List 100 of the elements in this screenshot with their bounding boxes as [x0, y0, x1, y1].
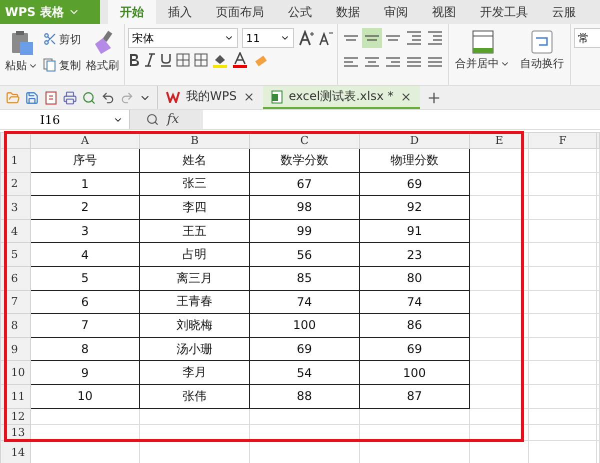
print-icon[interactable] [63, 90, 77, 104]
table-cell: 姓名 [140, 148, 250, 172]
clipboard-icon [10, 30, 34, 56]
table-cell: 88 [250, 384, 360, 408]
font-select[interactable]: 宋体 [128, 28, 238, 48]
table-cell: 23 [359, 242, 470, 266]
table-cell: 10 [30, 384, 140, 408]
table-cell: 1 [30, 172, 140, 196]
table-cell: 99 [250, 219, 360, 243]
menu-tab[interactable]: 页面布局 [204, 0, 276, 24]
column-header[interactable]: F [528, 132, 596, 148]
table-cell: 87 [359, 384, 470, 408]
table-cell: 100 [359, 360, 470, 384]
shrink-font-icon [318, 30, 334, 46]
wrap-text-button[interactable]: 自动换行 [518, 28, 566, 73]
table-cell: 74 [250, 290, 360, 314]
table-cell: 56 [250, 242, 360, 266]
table-cell: 69 [250, 337, 360, 361]
format-painter-button[interactable]: 格式刷 [84, 28, 121, 75]
preview-icon[interactable] [82, 90, 96, 104]
table-cell: 7 [30, 314, 140, 338]
table-cell: 李四 [140, 196, 250, 220]
cell-style-icon [194, 53, 208, 67]
row-header[interactable]: 14 [0, 440, 30, 463]
copy-button[interactable]: 复制 [43, 54, 81, 76]
spreadsheet-icon [270, 90, 283, 104]
merge-center-button[interactable]: 合并居中 [453, 28, 512, 73]
fill-color-icon [212, 52, 228, 68]
menu-tab[interactable]: 数据 [324, 0, 372, 24]
zoom-icon[interactable] [146, 113, 159, 126]
align-right-icon [386, 57, 400, 67]
table-cell: 3 [30, 219, 140, 243]
menu-tab[interactable]: 公式 [276, 0, 324, 24]
copy-icon [43, 58, 57, 72]
table-cell: 85 [250, 266, 360, 290]
number-format-select[interactable]: 常 [574, 28, 600, 48]
document-tab[interactable]: excel测试表.xlsx * [262, 86, 420, 109]
align-left-icon [344, 57, 358, 67]
bold-icon [128, 53, 140, 67]
save-icon[interactable] [25, 90, 39, 104]
table-cell: 67 [250, 172, 360, 196]
menu-tab[interactable]: 云服 [540, 0, 588, 24]
table-cell: 物理分数 [359, 148, 470, 172]
table-cell: 占明 [140, 242, 250, 266]
italic-icon [144, 53, 156, 67]
scissors-icon [43, 32, 57, 46]
align-distributed-icon [428, 57, 442, 67]
align-button[interactable] [362, 28, 382, 48]
grow-font-icon [298, 30, 314, 46]
function-label[interactable]: fx [167, 112, 180, 127]
menu-tab[interactable]: 审阅 [372, 0, 420, 24]
table-cell: 汤小珊 [140, 337, 250, 361]
undo-icon[interactable] [101, 90, 115, 104]
table-cell: 92 [359, 196, 470, 220]
table-cell: 8 [30, 337, 140, 361]
align-outdent-icon [407, 31, 421, 45]
menu-tab[interactable]: 插入 [156, 0, 204, 24]
table-cell: 2 [30, 196, 140, 220]
table-cell: 6 [30, 290, 140, 314]
table-cell: 69 [359, 337, 470, 361]
paste-button[interactable]: 粘贴 [3, 28, 40, 75]
table-cell: 69 [359, 172, 470, 196]
new-tab-icon[interactable] [426, 90, 442, 106]
close-icon[interactable] [242, 90, 255, 102]
table-cell: 74 [359, 290, 470, 314]
table-cell: 数学分数 [250, 148, 360, 172]
table-cell: 离三月 [140, 266, 250, 290]
table-cell: 王青春 [140, 290, 250, 314]
table-cell: 序号 [30, 148, 140, 172]
table-cell: 5 [30, 266, 140, 290]
wrap-text-icon [531, 30, 553, 54]
close-icon[interactable] [400, 90, 412, 102]
table-cell: 刘晓梅 [140, 314, 250, 338]
w-logo-icon [166, 90, 180, 102]
table-cell: 100 [250, 314, 360, 338]
table-cell: 王五 [140, 219, 250, 243]
align-middle-icon [365, 35, 379, 41]
table-cell: 李月 [140, 360, 250, 384]
table-cell: 80 [359, 266, 470, 290]
table-cell: 4 [30, 242, 140, 266]
borders-icon [176, 53, 190, 67]
table-cell: 91 [359, 219, 470, 243]
table-cell: 张三 [140, 172, 250, 196]
merge-cells-icon [472, 30, 494, 54]
align-top-icon [344, 35, 358, 41]
font-size-select[interactable]: 11 [242, 28, 294, 48]
align-center-icon [365, 57, 379, 67]
table-cell: 86 [359, 314, 470, 338]
underline-icon [160, 53, 172, 67]
menu-tab[interactable]: 视图 [420, 0, 468, 24]
menu-tab[interactable]: 开发工具 [468, 0, 540, 24]
font-color-icon [232, 52, 248, 68]
table-cell: 54 [250, 360, 360, 384]
document-tab[interactable]: 我的WPS [158, 86, 263, 109]
table-cell: 9 [30, 360, 140, 384]
align-justify-icon [407, 57, 421, 67]
menu-tab[interactable]: 开始 [108, 0, 156, 24]
align-indent-icon [428, 31, 442, 45]
cut-button[interactable]: 剪切 [43, 28, 81, 50]
table-cell: 张伟 [140, 384, 250, 408]
